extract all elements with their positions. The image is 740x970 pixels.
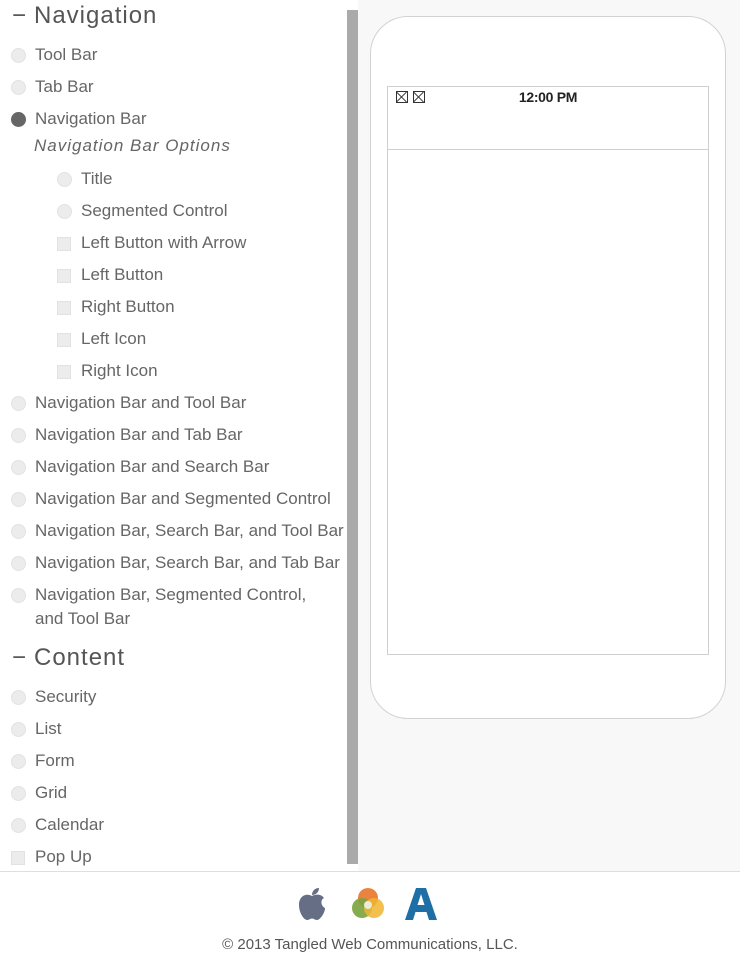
navigation-bar-divider — [388, 149, 708, 150]
phone-screen: 12:00 PM — [387, 86, 709, 655]
radio-button-selected[interactable] — [11, 112, 26, 127]
footer: © 2013 Tangled Web Communications, LLC. — [0, 871, 740, 970]
checkbox[interactable] — [57, 365, 71, 379]
sidebar: − Navigation Tool Bar Tab Bar Navigation … — [0, 0, 347, 866]
option-label: Grid — [35, 783, 68, 802]
option-label: Navigation Bar and Search Bar — [35, 457, 270, 476]
option-label: Security — [35, 687, 97, 706]
navigation-bar-options-title: Navigation Bar Options — [34, 136, 231, 155]
option-label: Navigation Bar, Search Bar, and Tool Bar — [35, 521, 344, 540]
option-label: Tab Bar — [35, 77, 94, 96]
option-label: Navigation Bar, Segmented Control, and T… — [35, 585, 307, 628]
option-label: Navigation Bar and Tool Bar — [35, 393, 247, 412]
option-label: Navigation Bar, Search Bar, and Tab Bar — [35, 553, 340, 572]
option-label: List — [35, 719, 62, 738]
content-section-header[interactable]: − Content — [12, 644, 125, 672]
platform-logos — [0, 886, 740, 924]
option-label: Form — [35, 751, 75, 770]
option-label: Segmented Control — [81, 201, 228, 220]
navigation-section-title: Navigation — [34, 2, 158, 29]
radio-button[interactable] — [11, 80, 26, 95]
radio-button[interactable] — [11, 396, 26, 411]
status-bar: 12:00 PM — [388, 87, 708, 107]
copyright-text: © 2013 Tangled Web Communications, LLC. — [222, 936, 518, 953]
radio-button[interactable] — [11, 690, 26, 705]
navigation-section-header[interactable]: − Navigation — [12, 2, 157, 30]
option-label: Navigation Bar and Segmented Control — [35, 489, 331, 508]
option-label: Title — [81, 169, 113, 188]
content-section-title: Content — [34, 644, 126, 671]
phone-frame: 12:00 PM — [370, 16, 726, 719]
option-label: Left Button — [81, 265, 164, 284]
android-logo-icon — [352, 888, 384, 918]
radio-button[interactable] — [11, 48, 26, 63]
radio-button[interactable] — [57, 172, 72, 187]
checkbox[interactable] — [57, 333, 71, 347]
checkbox[interactable] — [57, 269, 71, 283]
option-label: Left Icon — [81, 329, 147, 348]
checkbox[interactable] — [57, 237, 71, 251]
radio-button[interactable] — [11, 722, 26, 737]
radio-button[interactable] — [11, 492, 26, 507]
option-label: Right Icon — [81, 361, 158, 380]
collapse-icon[interactable]: − — [12, 644, 26, 672]
checkbox[interactable] — [57, 301, 71, 315]
option-label: Calendar — [35, 815, 104, 834]
scrollbar-thumb[interactable] — [347, 10, 358, 864]
collapse-icon[interactable]: − — [12, 2, 26, 30]
status-time: 12:00 PM — [518, 89, 578, 105]
option-label: Navigation Bar — [35, 109, 147, 128]
radio-button[interactable] — [11, 818, 26, 833]
option-label: Tool Bar — [35, 45, 98, 64]
option-label: Pop Up — [35, 847, 92, 866]
radio-button[interactable] — [11, 754, 26, 769]
checkbox[interactable] — [11, 851, 25, 865]
option-label: Navigation Bar and Tab Bar — [35, 425, 243, 444]
apple-logo-icon — [299, 888, 325, 920]
option-label: Left Button with Arrow — [81, 233, 247, 252]
appstore-a-logo-icon — [405, 888, 437, 920]
radio-button[interactable] — [11, 786, 26, 801]
radio-button[interactable] — [57, 204, 72, 219]
radio-button[interactable] — [11, 556, 26, 571]
radio-button[interactable] — [11, 524, 26, 539]
radio-button[interactable] — [11, 588, 26, 603]
radio-button[interactable] — [11, 428, 26, 443]
sidebar-scrollbar[interactable] — [347, 0, 358, 866]
option-label: Right Button — [81, 297, 175, 316]
radio-button[interactable] — [11, 460, 26, 475]
preview-pane: 12:00 PM — [358, 0, 740, 871]
